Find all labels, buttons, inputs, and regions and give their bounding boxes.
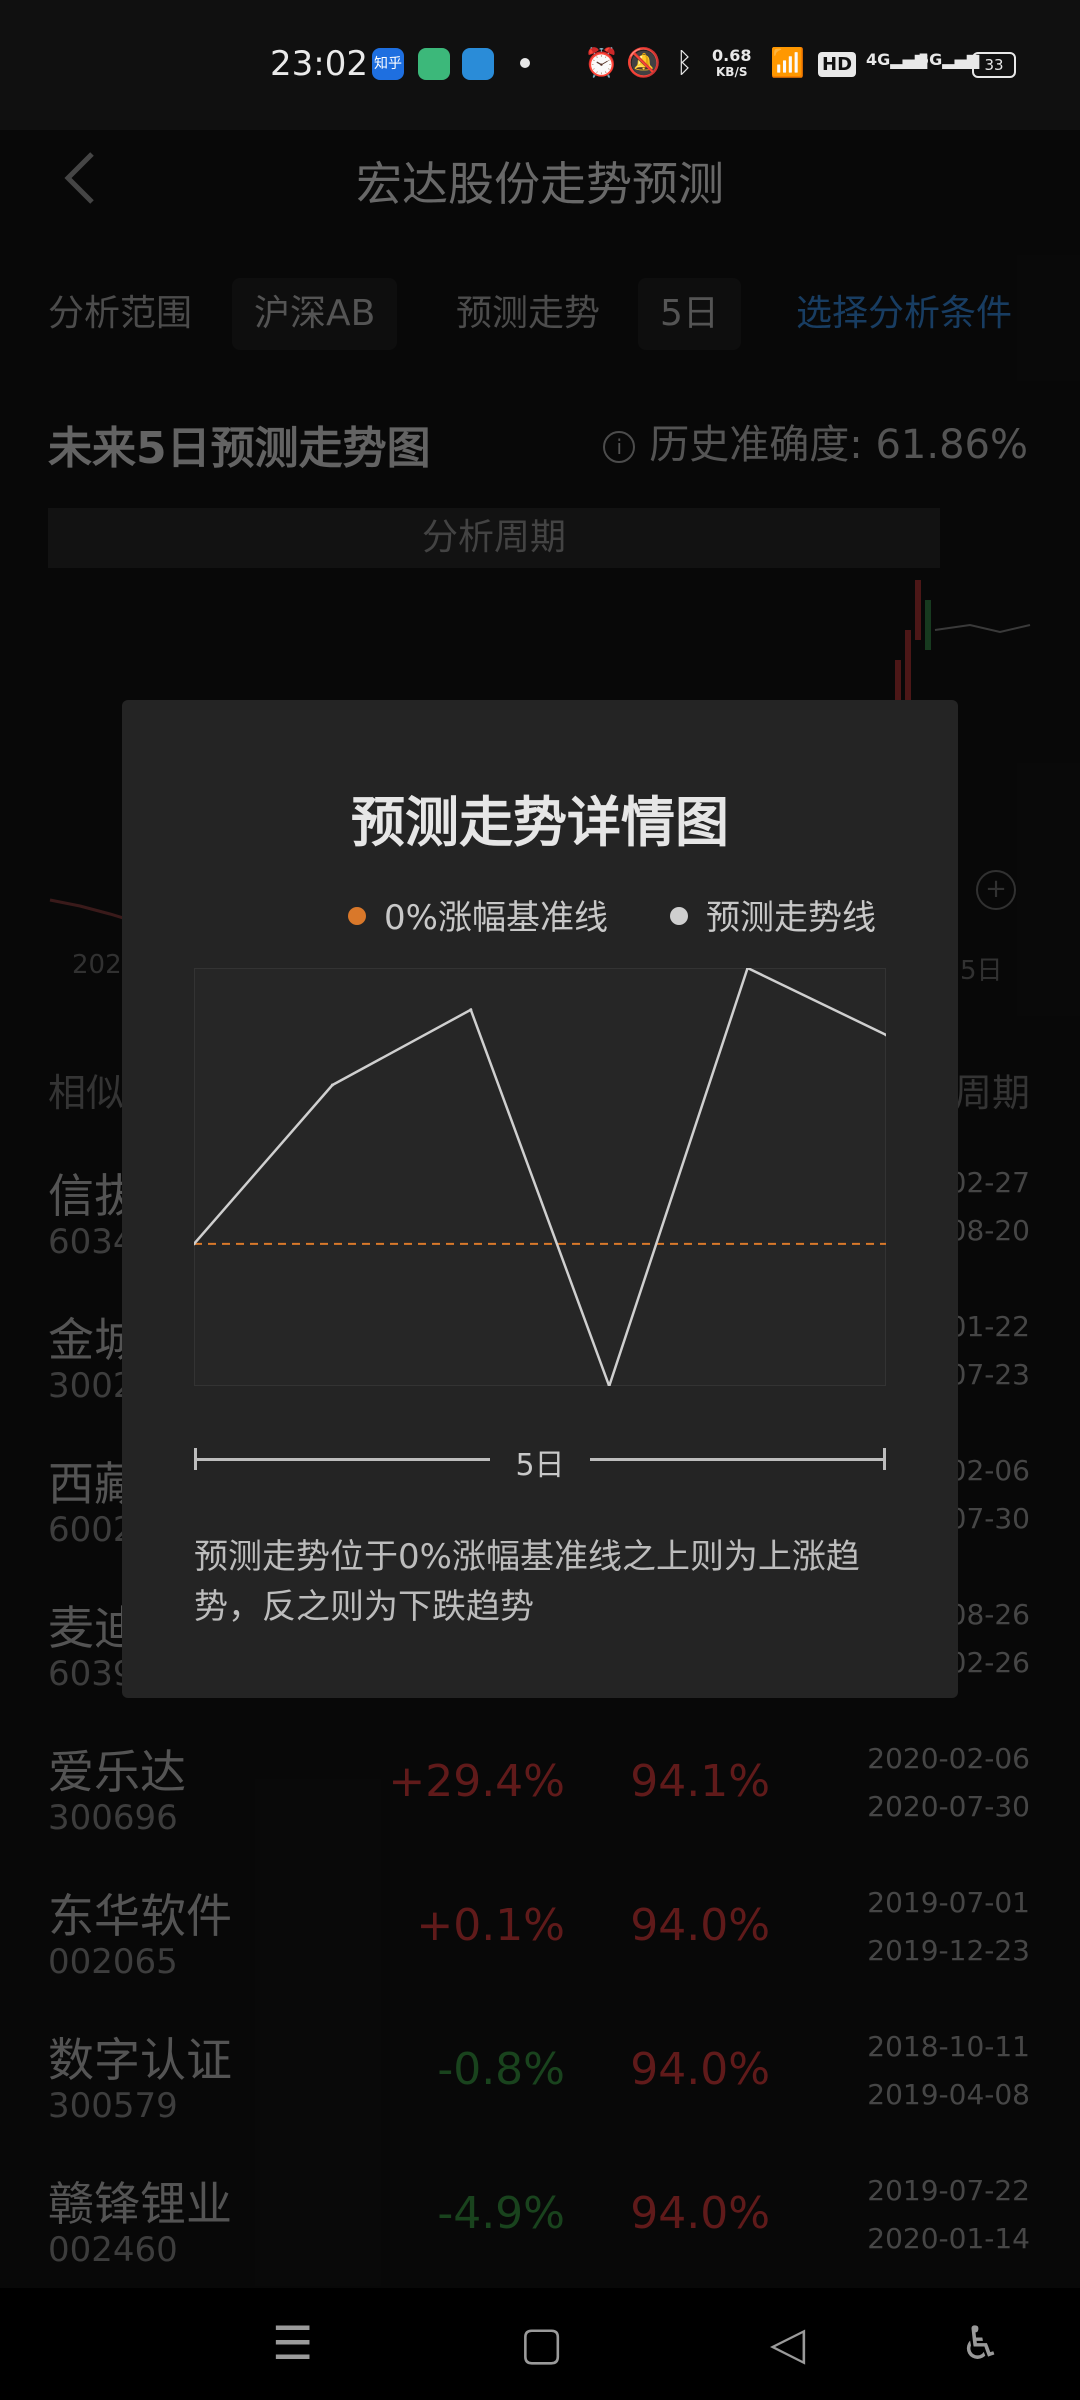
period-label: 5日 (515, 1448, 565, 1483)
period-bar-right (590, 1458, 886, 1461)
forecast-detail-dialog: 预测走势详情图 0%涨幅基准线 预测走势线 5日 预测走势位于0%涨幅基准线之上… (122, 700, 958, 1698)
forecast-point (469, 1008, 473, 1012)
signal-5g-icon: 5G▂▄▆ (918, 50, 980, 69)
hd-badge: HD (818, 52, 857, 77)
dialog-title: 预测走势详情图 (351, 791, 729, 854)
battery-icon: 33 (972, 52, 1016, 78)
chart-plot-area (194, 968, 886, 1386)
browser-app-icon (462, 48, 494, 80)
menu-icon[interactable]: ☰ (272, 2316, 313, 2370)
alarm-icon: ⏰ (584, 46, 619, 79)
period-indicator: 5日 (194, 1440, 886, 1483)
period-bar-left (194, 1458, 490, 1461)
notification-dot-icon (520, 58, 530, 68)
status-time: 23:02 (270, 44, 368, 84)
network-speed: 0.68 KB/S (712, 46, 752, 80)
mute-icon: 🔕 (626, 46, 661, 79)
legend-orange-dot-icon (348, 907, 366, 925)
bluetooth-icon: ᛒ (676, 46, 693, 79)
zhihu-app-icon: 知乎 (372, 48, 404, 80)
dialog-note: 预测走势位于0%涨幅基准线之上则为上涨趋势，反之则为下跌趋势 (194, 1537, 860, 1627)
legend-forecast: 预测走势线 (670, 890, 876, 939)
back-triangle-icon[interactable]: ◁ (770, 2316, 805, 2370)
legend-baseline: 0%涨幅基准线 (348, 890, 608, 939)
forecast-line-chart (194, 968, 886, 1386)
accessibility-icon[interactable]: ♿ (960, 2316, 1001, 2370)
home-icon[interactable]: ▢ (520, 2316, 563, 2370)
forecast-point (330, 1083, 334, 1087)
books-app-icon (418, 48, 450, 80)
legend-gray-dot-icon (670, 907, 688, 925)
wifi-icon: 📶 (770, 46, 805, 79)
status-bar: 23:02 知乎 ⏰ 🔕 ᛒ 0.68 KB/S 📶 HD 4G▂▄▆ 5G▂▄… (0, 0, 1080, 130)
period-tick-right (883, 1448, 886, 1470)
